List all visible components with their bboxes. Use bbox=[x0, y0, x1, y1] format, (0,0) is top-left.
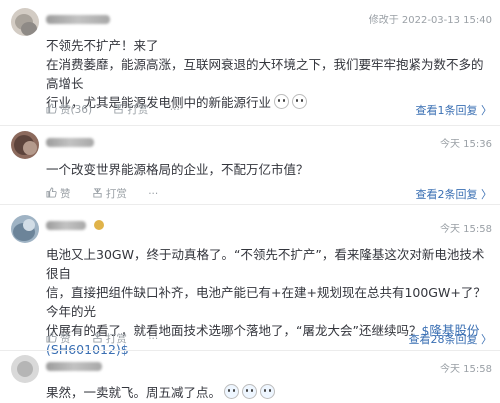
comment-text-line: 在消费萎靡，能源高涨，互联网衰退的大环境之下，我们要牢牢抱紧为数不多的高增长 bbox=[46, 57, 484, 91]
comment-feed: 修改于 2022-03-13 15:40 不领先不扩产！来了 在消费萎靡，能源高… bbox=[0, 0, 500, 403]
avatar[interactable] bbox=[11, 8, 39, 36]
username[interactable] bbox=[46, 218, 104, 230]
comment-timestamp: 今天 15:36 bbox=[440, 139, 492, 150]
comment-text: 一个改变世界能源格局的企业，不配万亿市值？ bbox=[46, 160, 486, 179]
comment-item: 今天 15:58 电池又上30GW，终于动真格了。“不领先不扩产”，看来隆基这次… bbox=[0, 205, 500, 357]
view-replies-link[interactable]: 查看1条回复 〉 bbox=[416, 102, 493, 118]
comment-text-line: 一个改变世界能源格局的企业，不配万亿市值？ bbox=[46, 162, 309, 177]
like-count: 赞(36) bbox=[60, 104, 93, 116]
comment-actions: 赞(36) 打赏 ··· bbox=[46, 102, 198, 117]
like-count: 赞 bbox=[60, 188, 71, 200]
comment-item: 今天 15:36 一个改变世界能源格局的企业，不配万亿市值？ 赞 打赏 ··· … bbox=[0, 126, 500, 205]
smile-emoji-icon bbox=[274, 94, 290, 109]
comment-text-line: 信，直接把组件缺口补齐，电池产能已有+在建+规划现在总共有100GW+了？今年的… bbox=[46, 285, 486, 319]
comment-item: 今天 15:58 果然，一卖就飞。周五减了点。 bbox=[0, 351, 500, 403]
tip-button[interactable]: 打赏 bbox=[113, 102, 148, 117]
more-button[interactable]: ··· bbox=[170, 104, 180, 116]
comment-timestamp: 今天 15:58 bbox=[440, 224, 492, 235]
comment-text-fragment: 果然，一卖就飞。周五减了点。 bbox=[46, 385, 222, 400]
cry-emoji-icon bbox=[224, 384, 240, 399]
comment-actions: 赞 打赏 ··· bbox=[46, 331, 176, 346]
tip-button[interactable]: 打赏 bbox=[92, 186, 127, 201]
tip-icon bbox=[93, 188, 102, 198]
tip-label: 打赏 bbox=[105, 333, 127, 345]
username[interactable] bbox=[46, 135, 94, 147]
smile-emoji-icon bbox=[292, 94, 308, 109]
like-count: 赞 bbox=[60, 333, 71, 345]
tip-icon bbox=[114, 104, 124, 114]
comment-text-line: 不领先不扩产！来了 bbox=[46, 38, 159, 53]
thumbs-up-icon bbox=[46, 187, 57, 198]
comment-text: 不领先不扩产！来了 在消费萎靡，能源高涨，互联网衰退的大环境之下，我们要牢牢抱紧… bbox=[46, 36, 486, 112]
tip-label: 打赏 bbox=[127, 104, 149, 116]
like-button[interactable]: 赞(36) bbox=[46, 102, 92, 117]
cry-emoji-icon bbox=[260, 384, 276, 399]
username[interactable] bbox=[46, 359, 102, 371]
tip-label: 打赏 bbox=[105, 188, 127, 200]
avatar[interactable] bbox=[11, 355, 39, 383]
like-button[interactable]: 赞 bbox=[46, 331, 71, 346]
like-button[interactable]: 赞 bbox=[46, 186, 71, 201]
view-replies-link[interactable]: 查看2条回复 〉 bbox=[416, 186, 493, 202]
comment-timestamp: 今天 15:58 bbox=[440, 364, 492, 375]
comment-text: 果然，一卖就飞。周五减了点。 bbox=[46, 383, 486, 402]
comment-item: 修改于 2022-03-13 15:40 不领先不扩产！来了 在消费萎靡，能源高… bbox=[0, 0, 500, 126]
username[interactable] bbox=[46, 12, 110, 24]
comment-actions: 赞 打赏 ··· bbox=[46, 186, 176, 201]
view-replies-link[interactable]: 查看28条回复 〉 bbox=[409, 331, 493, 347]
avatar[interactable] bbox=[11, 215, 39, 243]
avatar[interactable] bbox=[11, 131, 39, 159]
tip-button[interactable]: 打赏 bbox=[92, 331, 127, 346]
tip-icon bbox=[93, 333, 102, 343]
thumbs-up-icon bbox=[46, 103, 57, 114]
more-button[interactable]: ··· bbox=[148, 188, 158, 200]
comment-timestamp: 修改于 2022-03-13 15:40 bbox=[368, 15, 492, 26]
vip-badge-icon bbox=[93, 220, 104, 230]
comment-text-line: 电池又上30GW，终于动真格了。“不领先不扩产”，看来隆基这次对新电池技术很自 bbox=[46, 247, 485, 281]
comment-text-line: 果然，一卖就飞。周五减了点。 bbox=[46, 383, 486, 402]
cry-emoji-icon bbox=[242, 384, 258, 399]
thumbs-up-icon bbox=[46, 332, 57, 343]
more-button[interactable]: ··· bbox=[148, 333, 158, 345]
